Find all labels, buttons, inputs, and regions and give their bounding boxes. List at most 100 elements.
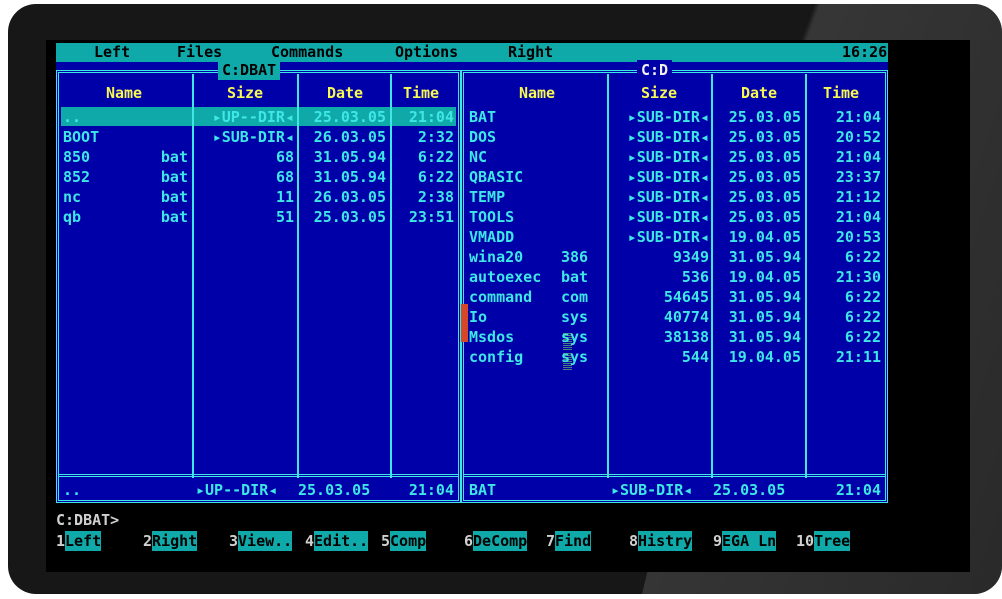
fkey-7-find[interactable]: 7Find bbox=[546, 531, 592, 551]
file-ext: sys bbox=[561, 308, 589, 326]
menu-options[interactable]: Options bbox=[395, 43, 458, 62]
file-ext: 386 bbox=[561, 248, 589, 266]
file-name: BAT bbox=[469, 108, 497, 126]
fkey-number: 1 bbox=[56, 532, 66, 550]
status-date: 25.03.05 bbox=[713, 481, 786, 499]
file-name: TOOLS bbox=[469, 208, 515, 226]
status-date: 25.03.05 bbox=[298, 481, 371, 499]
fkey-number: 8 bbox=[629, 532, 639, 550]
left-panel[interactable]: C:DBAT Name Size Date Time .. ▸UP--DIR◂ … bbox=[56, 60, 461, 503]
fkey-number: 9 bbox=[713, 532, 723, 550]
file-time: 23:51 bbox=[408, 208, 454, 226]
fkey-label: EGA Ln bbox=[722, 531, 777, 551]
fkey-9-ega-lines[interactable]: 9EGA Ln bbox=[713, 531, 777, 551]
file-date: 25.03.05 bbox=[313, 108, 386, 126]
menu-files[interactable]: Files bbox=[177, 43, 222, 62]
file-ext: bat bbox=[160, 188, 188, 206]
left-panel-path: C:DBAT bbox=[218, 60, 281, 80]
file-ext: bat bbox=[160, 168, 188, 186]
fkey-label: Edit.. bbox=[314, 531, 369, 551]
file-time: 21:12 bbox=[835, 188, 881, 206]
menu-right[interactable]: Right bbox=[508, 43, 553, 62]
fkey-6-decomp[interactable]: 6DeComp bbox=[464, 531, 528, 551]
command-prompt[interactable]: C:DBAT> bbox=[56, 510, 119, 530]
file-size: 68 bbox=[275, 148, 294, 166]
file-size: ▸SUB-DIR◂ bbox=[627, 128, 709, 146]
fkey-3-view[interactable]: 3View.. bbox=[229, 531, 293, 551]
file-date: 31.05.94 bbox=[728, 308, 801, 326]
file-date: 31.05.94 bbox=[728, 328, 801, 346]
file-date: 31.05.94 bbox=[313, 148, 386, 166]
fkey-number: 4 bbox=[305, 532, 315, 550]
file-size: 40774 bbox=[663, 308, 709, 326]
file-name: 852 bbox=[63, 168, 91, 186]
selection-marker bbox=[461, 304, 468, 342]
fkey-1-left[interactable]: 1Left bbox=[56, 531, 102, 551]
fkey-label: Comp bbox=[390, 531, 427, 551]
fkey-8-history[interactable]: 8Histry bbox=[629, 531, 693, 551]
file-time: 21:11 bbox=[835, 348, 881, 366]
file-time: 6:22 bbox=[417, 168, 454, 186]
right-status-separator bbox=[464, 474, 885, 477]
file-ext: sys bbox=[561, 328, 589, 346]
status-name: .. bbox=[63, 481, 82, 499]
file-size: ▸SUB-DIR◂ bbox=[627, 208, 709, 226]
file-time: 23:37 bbox=[835, 168, 881, 186]
fkey-number: 10 bbox=[796, 532, 815, 550]
file-size: 536 bbox=[681, 268, 709, 286]
file-date: 26.03.05 bbox=[313, 128, 386, 146]
file-name: QBASIC bbox=[469, 168, 524, 186]
file-date: 25.03.05 bbox=[728, 108, 801, 126]
file-name: 850 bbox=[63, 148, 91, 166]
file-size: ▸SUB-DIR◂ bbox=[627, 148, 709, 166]
file-date: 31.05.94 bbox=[728, 248, 801, 266]
fkey-number: 6 bbox=[464, 532, 474, 550]
file-size: 51 bbox=[275, 208, 294, 226]
file-time: 21:30 bbox=[835, 268, 881, 286]
file-date: 19.04.05 bbox=[728, 228, 801, 246]
file-ext: sys bbox=[561, 348, 589, 366]
file-size: ▸UP--DIR◂ bbox=[212, 108, 294, 126]
fkey-label: Tree bbox=[814, 531, 851, 551]
file-name: .. bbox=[63, 108, 82, 126]
fkey-10-tree[interactable]: 10Tree bbox=[796, 531, 851, 551]
file-ext: bat bbox=[160, 208, 188, 226]
file-date: 25.03.05 bbox=[728, 168, 801, 186]
file-ext: com bbox=[561, 288, 589, 306]
right-panel[interactable]: C:D Name Size Date Time BAT ▸SUB-DIR◂ 25… bbox=[461, 60, 891, 503]
file-time: 21:04 bbox=[835, 148, 881, 166]
right-col-time[interactable]: Time bbox=[791, 83, 891, 103]
file-date: 25.03.05 bbox=[728, 188, 801, 206]
menu-left[interactable]: Left bbox=[94, 43, 130, 62]
menu-commands[interactable]: Commands bbox=[271, 43, 343, 62]
left-col-name[interactable]: Name bbox=[74, 83, 174, 103]
left-col-time[interactable]: Time bbox=[376, 83, 466, 103]
fkey-number: 2 bbox=[143, 532, 153, 550]
file-time: 6:22 bbox=[417, 148, 454, 166]
file-name: TEMP bbox=[469, 188, 506, 206]
fkey-2-right[interactable]: 2Right bbox=[143, 531, 198, 551]
file-date: 25.03.05 bbox=[313, 208, 386, 226]
clock: 16:26 bbox=[842, 43, 888, 61]
file-size: 68 bbox=[275, 168, 294, 186]
file-date: 26.03.05 bbox=[313, 188, 386, 206]
file-time: 20:52 bbox=[835, 128, 881, 146]
status-size: ▸UP--DIR◂ bbox=[196, 481, 278, 499]
file-ext: bat bbox=[561, 268, 589, 286]
file-size: ▸SUB-DIR◂ bbox=[627, 108, 709, 126]
file-time: 21:04 bbox=[408, 108, 454, 126]
file-size: 38138 bbox=[663, 328, 709, 346]
fkey-4-edit[interactable]: 4Edit.. bbox=[305, 531, 369, 551]
right-col-name[interactable]: Name bbox=[487, 83, 587, 103]
left-status-separator bbox=[59, 474, 458, 477]
file-size: ▸SUB-DIR◂ bbox=[627, 188, 709, 206]
file-time: 6:22 bbox=[844, 328, 881, 346]
file-name: VMADD bbox=[469, 228, 515, 246]
fkey-5-comp[interactable]: 5Comp bbox=[381, 531, 427, 551]
file-size: 11 bbox=[275, 188, 294, 206]
fkey-number: 3 bbox=[229, 532, 239, 550]
file-time: 6:22 bbox=[844, 248, 881, 266]
left-col-size[interactable]: Size bbox=[195, 83, 295, 103]
right-col-size[interactable]: Size bbox=[609, 83, 709, 103]
file-time: 6:22 bbox=[844, 288, 881, 306]
